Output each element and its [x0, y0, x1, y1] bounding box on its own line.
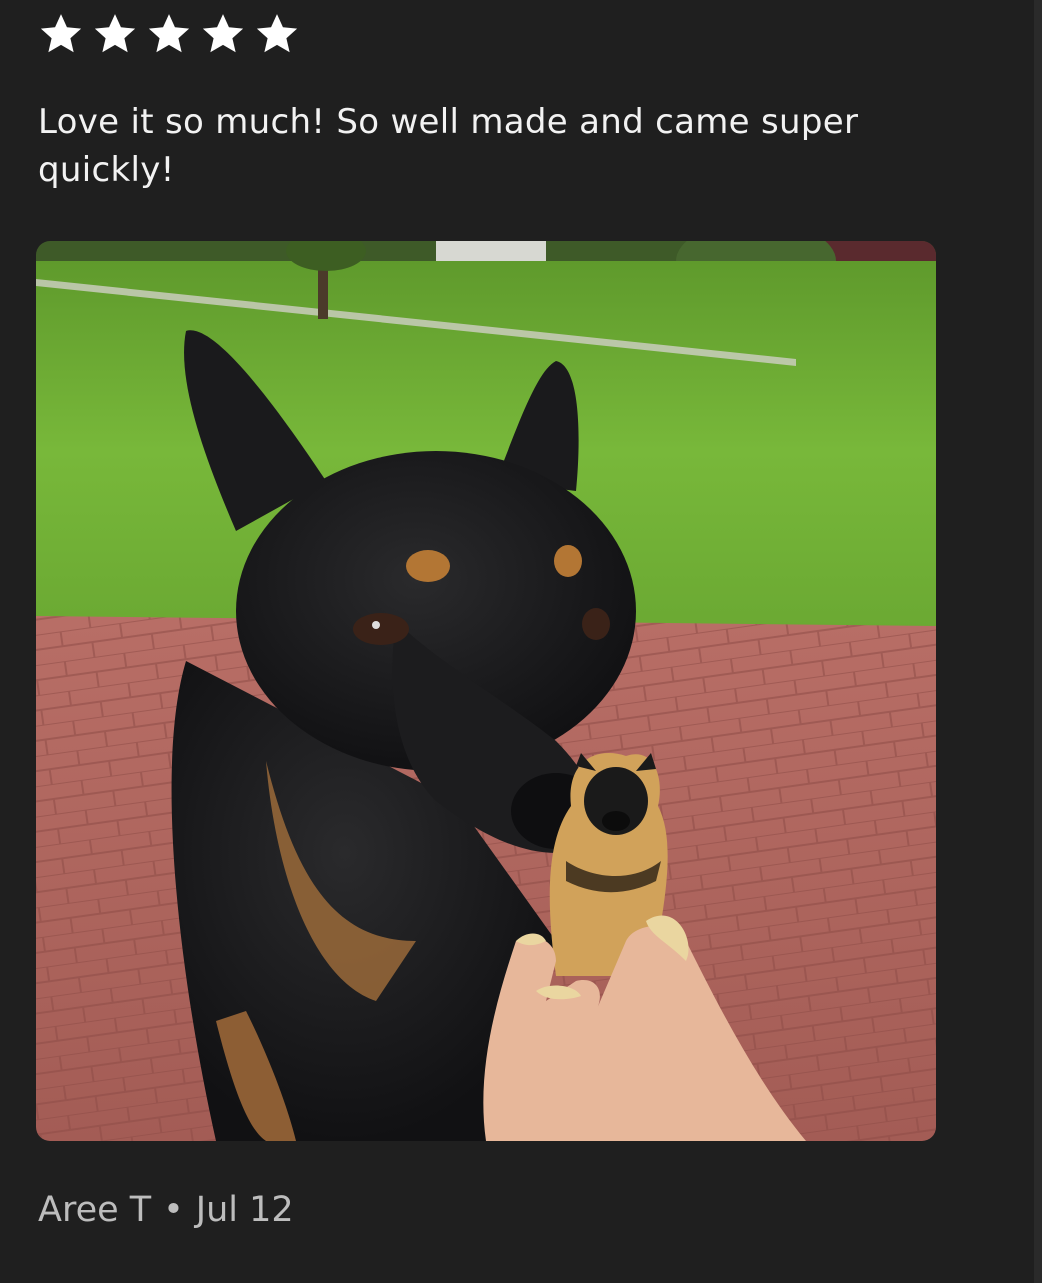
- star-rating: [38, 10, 300, 58]
- byline-separator: •: [163, 1190, 184, 1230]
- review-text: Love it so much! So well made and came s…: [38, 102, 859, 190]
- star-icon: [40, 14, 82, 53]
- star-icon: [256, 14, 298, 53]
- review-photo[interactable]: [36, 241, 936, 1141]
- author-name[interactable]: Aree T: [38, 1190, 151, 1230]
- star-icon: [94, 14, 136, 53]
- star-icon: [202, 14, 244, 53]
- review-byline: Aree T • Jul 12: [38, 1186, 294, 1234]
- star-icon: [148, 14, 190, 53]
- scroll-edge: [1034, 0, 1042, 1283]
- review-date: Jul 12: [195, 1190, 294, 1230]
- review-photo-image: [36, 241, 936, 1141]
